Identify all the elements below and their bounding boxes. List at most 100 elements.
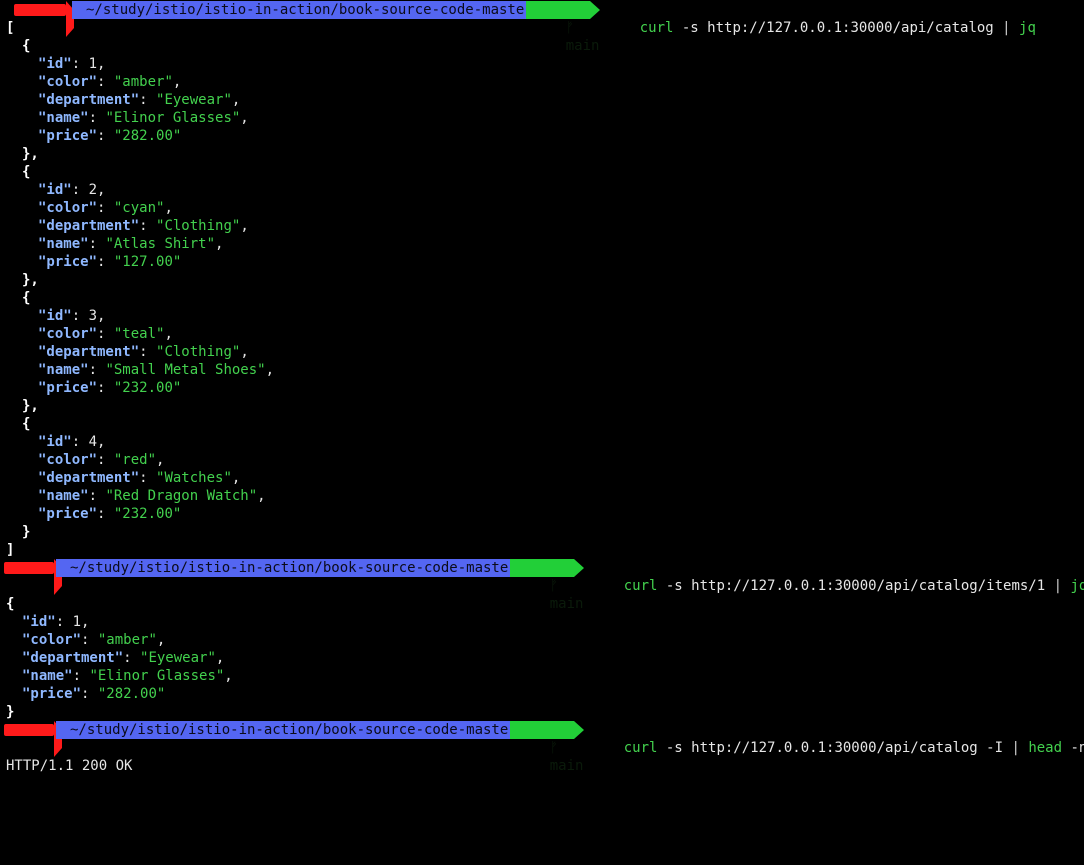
json-key: "color" — [38, 326, 98, 342]
json-comma: , — [164, 326, 173, 342]
json-value: "red" — [113, 452, 157, 468]
json-comma: , — [224, 668, 233, 684]
json-key: "name" — [22, 668, 73, 684]
json-key: "id" — [38, 56, 72, 72]
json-key: "id" — [38, 182, 72, 198]
json-key: "name" — [38, 110, 89, 126]
json-key: "price" — [38, 506, 98, 522]
json-value: 1 — [72, 614, 82, 630]
json-colon: : — [97, 506, 114, 522]
json-brace: }, — [22, 272, 39, 288]
json-value: "232.00" — [113, 506, 182, 522]
git-branch-icon: ᚠ — [549, 740, 559, 756]
json-field-color: "color": "amber", — [22, 631, 165, 649]
json-value: "amber" — [113, 74, 173, 90]
json-field-id: "id": 3, — [38, 307, 105, 325]
json-key: "department" — [38, 470, 140, 486]
json-brace: } — [22, 524, 31, 540]
git-branch: ᚠ main — [510, 721, 583, 774]
json-bracket: ] — [6, 542, 15, 558]
json-field-name: "name": "Red Dragon Watch", — [38, 487, 266, 505]
json-object-open: { — [22, 163, 30, 181]
json-colon: : — [81, 686, 98, 702]
json-value: "Red Dragon Watch" — [105, 488, 258, 504]
prompt-line-3: ~/study/istio/istio-in-action/book-sourc… — [0, 721, 1084, 774]
json-value: 1 — [88, 56, 98, 72]
json-value: "Watches" — [156, 470, 232, 486]
json-comma: , — [231, 92, 241, 108]
json-comma: , — [215, 650, 225, 666]
json-field-name: "name": "Elinor Glasses", — [38, 109, 249, 127]
json-object-close: }, — [22, 271, 39, 289]
json-key: "department" — [38, 218, 140, 234]
json-comma: , — [240, 110, 249, 126]
json-brace: }, — [22, 398, 39, 414]
json-key: "color" — [22, 632, 82, 648]
json-value: "282.00" — [97, 686, 166, 702]
json-field-id: "id": 2, — [38, 181, 105, 199]
json-brace: { — [22, 38, 31, 54]
json-comma: , — [231, 470, 241, 486]
json-key: "price" — [38, 380, 98, 396]
json-key: "department" — [22, 650, 124, 666]
cwd-path: ~/study/istio/istio-in-action/book-sourc… — [56, 721, 517, 739]
json-value: "teal" — [113, 326, 165, 342]
json-field-id: "id": 1, — [38, 55, 105, 73]
json-brace: } — [6, 704, 15, 720]
json-object-close: } — [6, 703, 14, 721]
json-value: "amber" — [97, 632, 157, 648]
json-value: "Eyewear" — [156, 92, 232, 108]
json-value: "Eyewear" — [140, 650, 216, 666]
json-comma: , — [215, 236, 224, 252]
json-array-open: [ — [6, 19, 14, 37]
json-value: "Clothing" — [156, 344, 241, 360]
prompt-separator-icon — [574, 559, 584, 577]
json-field-department: "department": "Eyewear", — [22, 649, 224, 667]
json-colon: : — [71, 56, 89, 72]
json-field-id: "id": 1, — [22, 613, 89, 631]
json-value: "232.00" — [113, 380, 182, 396]
json-field-color: "color": "cyan", — [38, 199, 173, 217]
json-colon: : — [97, 200, 114, 216]
redacted-user — [14, 4, 66, 16]
json-comma: , — [265, 362, 275, 378]
json-colon: : — [123, 650, 141, 666]
json-field-department: "department": "Clothing", — [38, 217, 249, 235]
json-key: "price" — [22, 686, 82, 702]
json-comma: , — [156, 452, 165, 468]
json-object-open: { — [22, 415, 30, 433]
json-key: "id" — [38, 434, 72, 450]
json-brace: { — [22, 290, 31, 306]
command-text: curl -s http://127.0.0.1:30000/api/catal… — [639, 20, 1036, 36]
json-colon: : — [71, 434, 89, 450]
redacted-user — [4, 724, 54, 736]
json-key: "name" — [38, 488, 89, 504]
json-object-open: { — [6, 595, 14, 613]
json-colon: : — [97, 74, 114, 90]
json-value: "127.00" — [113, 254, 182, 270]
json-colon: : — [55, 614, 73, 630]
prompt-separator-icon — [574, 721, 584, 739]
json-field-price: "price": "282.00" — [38, 127, 181, 145]
json-value: "Clothing" — [156, 218, 241, 234]
json-field-name: "name": "Atlas Shirt", — [38, 235, 223, 253]
cwd-path: ~/study/istio/istio-in-action/book-sourc… — [72, 1, 533, 19]
json-field-name: "name": "Elinor Glasses", — [22, 667, 233, 685]
json-comma: , — [257, 488, 266, 504]
http-status-output: HTTP/1.1 200 OK — [6, 758, 133, 774]
json-colon: : — [88, 236, 106, 252]
json-comma: , — [97, 182, 106, 198]
cwd-path: ~/study/istio/istio-in-action/book-sourc… — [56, 559, 517, 577]
json-key: "name" — [38, 236, 89, 252]
json-brace: { — [6, 596, 15, 612]
json-value: 2 — [88, 182, 98, 198]
json-object-close: }, — [22, 145, 39, 163]
json-value: "Atlas Shirt" — [105, 236, 216, 252]
json-key: "price" — [38, 128, 98, 144]
json-key: "color" — [38, 74, 98, 90]
json-value: "Small Metal Shoes" — [105, 362, 266, 378]
json-brace: { — [22, 164, 31, 180]
json-colon: : — [139, 344, 157, 360]
json-field-department: "department": "Clothing", — [38, 343, 249, 361]
git-branch: ᚠ main — [510, 559, 583, 612]
